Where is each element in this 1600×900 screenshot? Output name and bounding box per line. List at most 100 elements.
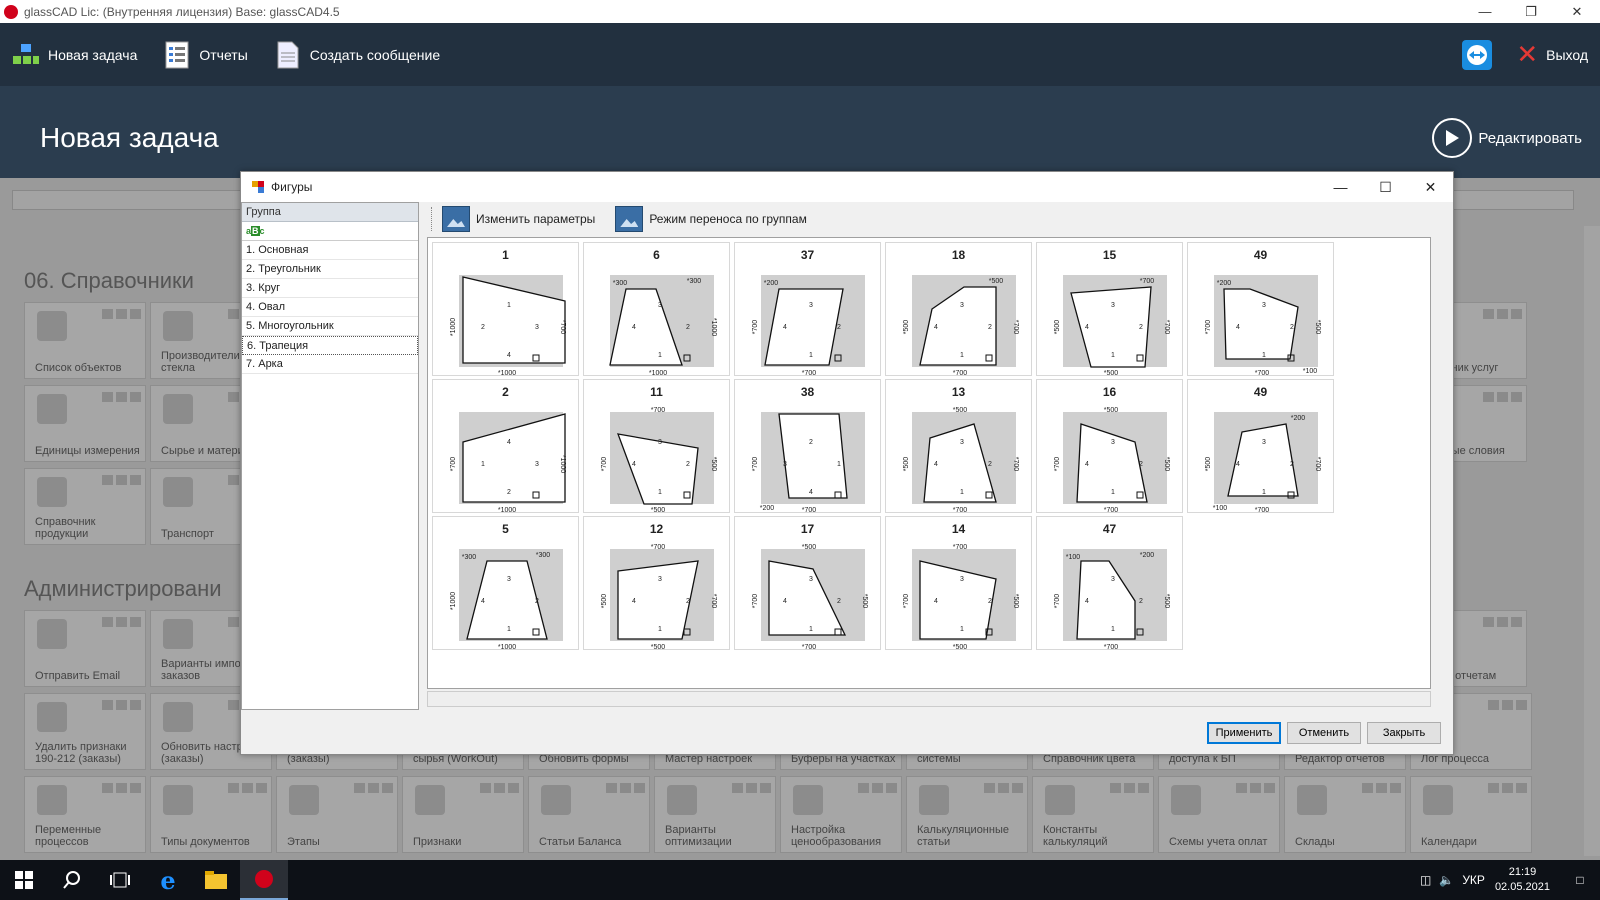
- shape-card[interactable]: 13 3 4 2 1 *500 *700 *500 *700: [885, 379, 1032, 514]
- group-item[interactable]: 3. Круг: [242, 279, 418, 298]
- background-tile[interactable]: Типы документов: [150, 776, 272, 853]
- reports-button[interactable]: Отчеты: [163, 35, 248, 75]
- shape-card[interactable]: 2 4 1 3 2 *1000 *700 *1000: [432, 379, 579, 514]
- group-item[interactable]: 2. Треугольник: [242, 260, 418, 279]
- change-params-button[interactable]: Изменить параметры: [442, 206, 595, 232]
- dialog-close-button[interactable]: ✕: [1408, 172, 1453, 202]
- shape-preview: 3 4 2 1 *500 *700 *500 *700: [903, 275, 1019, 377]
- group-item[interactable]: 4. Овал: [242, 298, 418, 317]
- background-tile[interactable]: Варианты оптимизации: [654, 776, 776, 853]
- search-icon[interactable]: [48, 860, 96, 900]
- shape-card[interactable]: 11 3 4 2 1 *700 *500 *700 *500: [583, 379, 730, 514]
- shape-card[interactable]: 49 3 4 2 1 *200 *700 *500 *700 *100: [1187, 379, 1334, 514]
- shape-side-label: 4: [1085, 461, 1089, 468]
- close-window-button[interactable]: ✕: [1554, 0, 1600, 23]
- background-tile[interactable]: Калькуляционные статьи: [906, 776, 1028, 853]
- background-tile[interactable]: Признаки: [402, 776, 524, 853]
- shape-side-label: 4: [783, 324, 787, 331]
- section-title-reference: 06. Справочники: [24, 268, 194, 293]
- shape-card[interactable]: 6 3 4 2 1 *300 *300 *1000 *1000: [583, 242, 730, 377]
- shape-card[interactable]: 16 3 4 2 1 *500 *700 *700 *500: [1036, 379, 1183, 514]
- shape-side-label: 1: [960, 626, 964, 633]
- shape-card[interactable]: 37 3 4 2 1 *200 *700 *700: [734, 242, 881, 377]
- background-tile[interactable]: Этапы: [276, 776, 398, 853]
- shape-dimension: *100: [1213, 505, 1228, 512]
- shape-card[interactable]: 12 3 4 2 1 *700 *500 *500 *700: [583, 516, 730, 651]
- background-tile[interactable]: Константы калькуляций: [1032, 776, 1154, 853]
- tile-label: Типы документов: [161, 836, 250, 848]
- package-icon: [37, 477, 67, 507]
- shape-card[interactable]: 15 3 4 2 1 *700 *500 *500 *700: [1036, 242, 1183, 377]
- language-indicator[interactable]: УКР: [1462, 873, 1485, 887]
- shape-side-label: 2: [535, 598, 539, 605]
- shape-dimension: *300: [613, 280, 628, 287]
- shape-dimension: *500: [1205, 457, 1212, 472]
- group-item[interactable]: 6. Трапеция: [242, 336, 418, 355]
- volume-icon[interactable]: 🔈: [1439, 873, 1454, 887]
- shape-number: 15: [1102, 248, 1117, 262]
- shape-side-label: 2: [1290, 324, 1294, 331]
- new-task-button[interactable]: Новая задача: [12, 35, 137, 75]
- glasscad-taskbar-icon[interactable]: [240, 860, 288, 900]
- toolbar-grip: [431, 207, 432, 231]
- task-view-icon[interactable]: [96, 860, 144, 900]
- dialog-maximize-button[interactable]: ☐: [1363, 172, 1408, 202]
- tile-icon: [1045, 785, 1075, 815]
- group-header: Группа: [242, 203, 418, 222]
- background-tile[interactable]: Статьи Баланса: [528, 776, 650, 853]
- tile-units[interactable]: Единицы измерения: [24, 385, 146, 462]
- background-tile[interactable]: Календари: [1410, 776, 1532, 853]
- shape-dimension: *700: [802, 370, 817, 377]
- group-item[interactable]: 1. Основная: [242, 241, 418, 260]
- new-task-label: Новая задача: [48, 46, 138, 63]
- shape-side-label: 1: [481, 461, 485, 468]
- shape-side-label: 2: [1290, 461, 1294, 468]
- windows-start-icon[interactable]: [0, 860, 48, 900]
- shape-card[interactable]: 1 1 2 3 4 *1000 *1000 *700: [432, 242, 579, 377]
- background-tile[interactable]: Настройка ценообразования: [780, 776, 902, 853]
- shape-dimension: *500: [953, 644, 968, 651]
- shape-card[interactable]: 18 3 4 2 1 *500 *700 *500 *700: [885, 242, 1032, 377]
- tile-send-email[interactable]: Отправить Email: [24, 610, 146, 687]
- restore-button[interactable]: ❐: [1508, 0, 1554, 23]
- tile-products[interactable]: Справочник продукции: [24, 468, 146, 545]
- background-tile[interactable]: Схемы учета оплат: [1158, 776, 1280, 853]
- group-item[interactable]: 7. Арка: [242, 355, 418, 374]
- shape-number: 14: [951, 522, 966, 536]
- tile-label: Этапы: [287, 836, 320, 848]
- transfer-mode-button[interactable]: Режим переноса по группам: [615, 206, 807, 232]
- tile-object-list[interactable]: Список объектов: [24, 302, 146, 379]
- vertical-scrollbar[interactable]: [1584, 226, 1600, 856]
- shape-card[interactable]: 47 3 4 2 1 *100 *200 *700 *700 *500: [1036, 516, 1183, 651]
- cancel-button[interactable]: Отменить: [1287, 722, 1361, 744]
- shape-card[interactable]: 17 3 4 2 1 *500 *700 *700 *500: [734, 516, 881, 651]
- shape-preview: 3 4 2 1 *100 *200 *700 *700 *500: [1054, 549, 1170, 651]
- shape-card[interactable]: 14 3 4 2 1 *700 *500 *700 *500: [885, 516, 1032, 651]
- shape-side-label: 3: [1262, 439, 1266, 446]
- group-item[interactable]: 5. Многоугольник: [242, 317, 418, 336]
- shape-card[interactable]: 5 3 4 2 1 *300 *300 *1000 *1000: [432, 516, 579, 651]
- horizontal-scrollbar[interactable]: [427, 691, 1431, 707]
- background-tile[interactable]: Переменные процессов: [24, 776, 146, 853]
- clock[interactable]: 21:19 02.05.2021: [1495, 865, 1550, 895]
- clock-date: 02.05.2021: [1494, 881, 1550, 893]
- shape-side-label: 1: [507, 302, 511, 309]
- minimize-button[interactable]: —: [1462, 0, 1508, 23]
- group-filter-row[interactable]: aBc: [242, 222, 418, 241]
- close-button[interactable]: Закрыть: [1367, 722, 1441, 744]
- teamviewer-icon[interactable]: [1462, 39, 1493, 70]
- shape-card[interactable]: 38 2 3 1 4 *700 *700 *200: [734, 379, 881, 514]
- dialog-minimize-button[interactable]: —: [1318, 172, 1363, 202]
- edit-button[interactable]: Редактировать: [1432, 118, 1582, 158]
- background-tile[interactable]: Удалить признаки 190-212 (заказы): [24, 693, 146, 770]
- create-message-button[interactable]: Создать сообщение: [274, 35, 440, 75]
- background-tile[interactable]: Склады: [1284, 776, 1406, 853]
- notifications-icon[interactable]: □: [1560, 873, 1600, 887]
- apply-button[interactable]: Применить: [1207, 722, 1281, 744]
- ie-browser-icon[interactable]: e: [144, 860, 192, 900]
- network-icon[interactable]: ◫: [1420, 873, 1431, 887]
- shape-card[interactable]: 49 3 4 2 1 *200 *700 *700 *500 *100: [1187, 242, 1334, 377]
- exit-icon: ✕: [1516, 39, 1539, 69]
- file-explorer-icon[interactable]: [192, 860, 240, 900]
- exit-button[interactable]: Выход: [1546, 47, 1588, 63]
